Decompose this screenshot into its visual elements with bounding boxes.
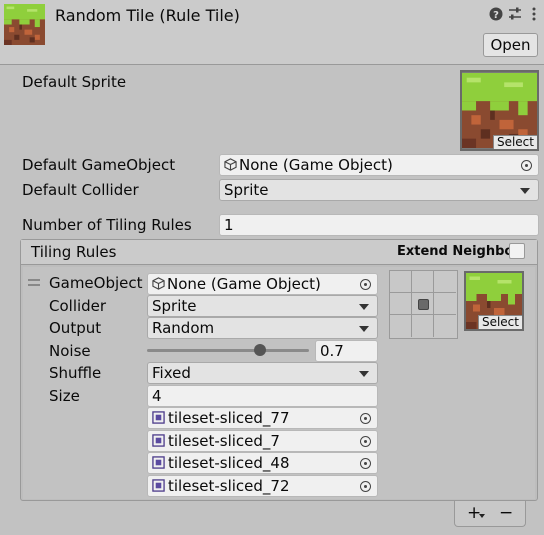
- grid-cell[interactable]: [390, 315, 412, 337]
- noise-value-input[interactable]: 0.7: [315, 340, 378, 362]
- sprite-icon: [152, 434, 165, 447]
- grid-cell[interactable]: [434, 315, 456, 337]
- svg-text:?: ?: [493, 10, 499, 21]
- rule-shuffle-dropdown[interactable]: Fixed: [147, 362, 378, 384]
- rule-sprite-select-button[interactable]: Select: [477, 315, 522, 329]
- object-picker-icon[interactable]: [360, 436, 371, 447]
- rule-collider-dropdown[interactable]: Sprite: [147, 295, 378, 317]
- sprite-slot-value: tileset-sliced_48: [168, 454, 290, 472]
- sprite-slot-value: tileset-sliced_77: [168, 409, 290, 427]
- rule-collider-value: Sprite: [152, 297, 197, 315]
- tiling-rules-count-label: Number of Tiling Rules: [22, 216, 192, 234]
- rule-noise-label: Noise: [49, 342, 91, 360]
- grid-cell[interactable]: [412, 271, 434, 293]
- extend-neighbor-label: Extend Neighbor: [397, 244, 520, 259]
- help-icon[interactable]: ?: [488, 6, 504, 22]
- rule-output-dropdown[interactable]: Random: [147, 317, 378, 339]
- rule-sprite-field[interactable]: Select: [464, 271, 524, 331]
- sprite-slot-value: tileset-sliced_7: [168, 432, 280, 450]
- inspector-title: Random Tile (Rule Tile): [55, 6, 240, 25]
- list-footer: + −: [454, 501, 526, 527]
- center-tile-icon: [418, 299, 429, 310]
- gameobject-icon: [152, 277, 165, 290]
- default-gameobject-value: None (Game Object): [239, 156, 393, 174]
- gameobject-icon: [224, 158, 237, 171]
- drag-handle-icon[interactable]: [28, 279, 40, 281]
- object-picker-icon[interactable]: [521, 160, 532, 171]
- chevron-down-icon: [359, 326, 369, 332]
- rule-output-value: Random: [152, 319, 215, 337]
- rule-tile-asset-icon: [4, 4, 45, 45]
- tiling-rules-count-input[interactable]: 1: [219, 214, 539, 236]
- rule-shuffle-value: Fixed: [152, 364, 191, 382]
- chevron-down-icon: [359, 371, 369, 377]
- grid-cell[interactable]: [434, 271, 456, 293]
- default-sprite-select-button[interactable]: Select: [492, 135, 537, 149]
- sprite-icon: [152, 479, 165, 492]
- default-collider-value: Sprite: [224, 181, 269, 199]
- extend-neighbor-checkbox[interactable]: [509, 243, 525, 259]
- sprite-slot[interactable]: tileset-sliced_72: [147, 475, 378, 497]
- chevron-down-icon: [520, 188, 530, 194]
- noise-slider-track[interactable]: [147, 349, 309, 352]
- add-dropdown-chevron-icon: [479, 514, 485, 518]
- preset-sliders-icon[interactable]: [507, 6, 523, 22]
- grid-cell[interactable]: [434, 293, 456, 315]
- open-button[interactable]: Open: [483, 33, 538, 57]
- object-picker-icon[interactable]: [360, 481, 371, 492]
- default-sprite-label: Default Sprite: [22, 73, 127, 91]
- default-collider-dropdown[interactable]: Sprite: [219, 179, 539, 201]
- object-picker-icon[interactable]: [360, 413, 371, 424]
- object-picker-icon[interactable]: [360, 458, 371, 469]
- default-gameobject-label: Default GameObject: [22, 156, 176, 174]
- drag-handle-icon-line: [28, 284, 40, 286]
- sprite-slot[interactable]: tileset-sliced_7: [147, 430, 378, 452]
- default-gameobject-field[interactable]: None (Game Object): [219, 154, 539, 176]
- rule-shuffle-label: Shuffle: [49, 364, 102, 382]
- grid-cell[interactable]: [390, 293, 412, 315]
- sprite-slot[interactable]: tileset-sliced_48: [147, 452, 378, 474]
- rule-gameobject-value: None (Game Object): [167, 275, 321, 293]
- rule-size-label: Size: [49, 387, 80, 405]
- rule-collider-label: Collider: [49, 297, 107, 315]
- chevron-down-icon: [359, 304, 369, 310]
- grid-cell[interactable]: [412, 315, 434, 337]
- sprite-icon: [152, 411, 165, 424]
- sprite-slot-value: tileset-sliced_72: [168, 477, 290, 495]
- object-picker-icon[interactable]: [360, 279, 371, 290]
- sprite-slot[interactable]: tileset-sliced_77: [147, 407, 378, 429]
- tiling-rules-title: Tiling Rules: [31, 243, 117, 261]
- remove-rule-button[interactable]: −: [499, 503, 513, 523]
- grid-cell[interactable]: [390, 271, 412, 293]
- default-collider-label: Default Collider: [22, 181, 139, 199]
- neighbor-rule-grid[interactable]: [389, 270, 458, 339]
- add-rule-button[interactable]: +: [467, 503, 481, 523]
- rule-gameobject-field[interactable]: None (Game Object): [147, 273, 378, 295]
- rule-size-input[interactable]: 4: [147, 385, 378, 407]
- sprite-icon: [152, 456, 165, 469]
- more-menu-icon[interactable]: [526, 6, 542, 22]
- rule-output-label: Output: [49, 319, 102, 337]
- default-sprite-field[interactable]: Select: [460, 70, 539, 151]
- rule-gameobject-label: GameObject: [49, 274, 143, 292]
